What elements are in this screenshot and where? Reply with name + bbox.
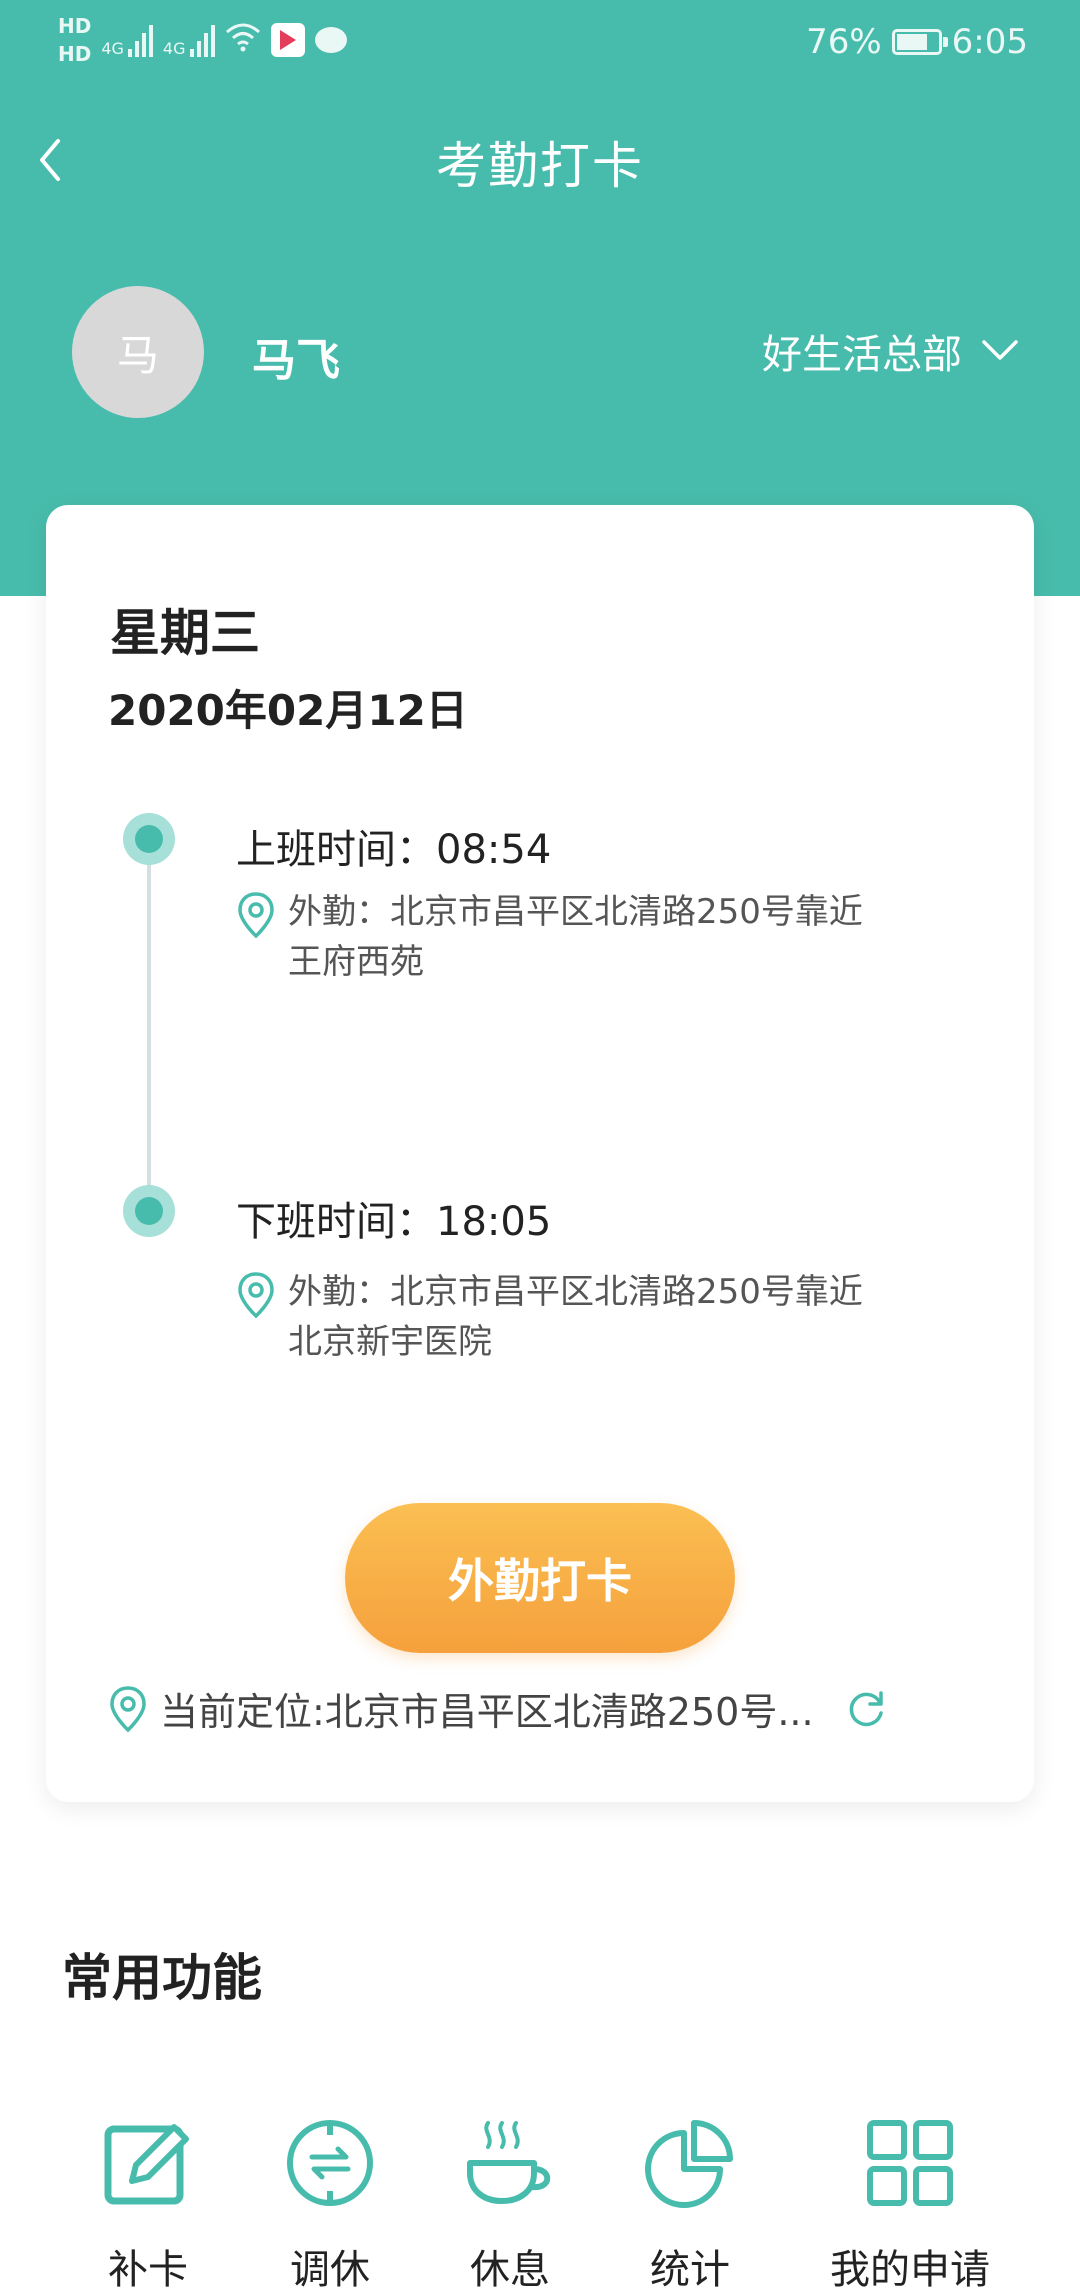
message-icon [314, 27, 347, 53]
function-rest[interactable]: 休息 [420, 2115, 600, 2295]
timeline-dot-checkin [123, 813, 175, 865]
checkout-address-text: 外勤：北京市昌平区北清路250号靠近北京新宇医院 [288, 1272, 863, 1362]
function-makeup-punch[interactable]: 补卡 [58, 2115, 238, 2295]
date: 2020年02月12日 [108, 686, 468, 735]
weekday: 星期三 [110, 604, 260, 662]
function-statistics[interactable]: 统计 [600, 2115, 780, 2295]
location-pin-icon [238, 892, 274, 939]
checkin-time: 上班时间：08:54 [236, 827, 552, 873]
battery-percent: 76% [806, 22, 882, 62]
pie-chart-icon [645, 2120, 733, 2208]
function-label: 补卡 [108, 2247, 188, 2293]
checkin-address-text: 外勤：北京市昌平区北清路250号靠近王府西苑 [288, 892, 863, 982]
video-app-icon [270, 23, 305, 57]
battery-icon [891, 29, 948, 55]
hd-label-2: HD [58, 42, 92, 66]
function-label: 休息 [470, 2247, 550, 2293]
hd-label-1: HD [58, 14, 92, 38]
battery-fill [896, 34, 928, 50]
department-name: 好生活总部 [762, 332, 962, 378]
attendance-card: 星期三 2020年02月12日 上班时间：08:54 外勤：北京市昌平区北清路2… [46, 505, 1034, 1802]
network-type-1: 4G [101, 39, 124, 58]
status-left: HD HD 4G 4G [58, 14, 347, 66]
avatar[interactable]: 马 [72, 286, 204, 418]
edit-icon [104, 2124, 189, 2205]
avatar-initial: 马 [116, 330, 159, 380]
user-name: 马飞 [252, 335, 340, 386]
hd-indicator: HD HD [58, 14, 91, 66]
timeline-dot-checkout [123, 1185, 175, 1237]
field-checkin-button[interactable]: 外勤打卡 [345, 1503, 735, 1653]
location-pin-icon [110, 1685, 146, 1732]
status-bar: HD HD 4G 4G 76% 6:05 [0, 0, 1080, 92]
coffee-icon [467, 2121, 551, 2204]
checkout-time: 下班时间：18:05 [236, 1199, 552, 1245]
signal-2: 4G [163, 23, 215, 57]
department-selector[interactable]: 好生活总部 [762, 322, 1020, 380]
function-label: 我的申请 [830, 2247, 990, 2293]
signal-1: 4G [101, 23, 153, 57]
refresh-icon[interactable] [846, 1689, 886, 1729]
function-my-requests[interactable]: 我的申请 [820, 2115, 1000, 2295]
function-label: 统计 [650, 2247, 730, 2293]
current-location: 当前定位:北京市昌平区北清路250号... [108, 1681, 988, 1736]
function-compensatory-leave[interactable]: 调休 [240, 2115, 420, 2295]
clock: 6:05 [951, 22, 1028, 62]
status-right: 76% 6:05 [806, 22, 1028, 62]
network-type-2: 4G [162, 39, 186, 58]
current-location-text: 当前定位:北京市昌平区北清路250号... [160, 1690, 814, 1734]
chevron-down-icon [982, 340, 1018, 360]
page-title: 考勤打卡 [436, 137, 644, 195]
function-label: 调休 [290, 2247, 370, 2293]
exchange-icon [287, 2120, 373, 2206]
wifi-icon [225, 22, 261, 58]
signal-bars-icon [127, 23, 153, 57]
timeline-line [147, 835, 151, 1207]
section-title-common-functions: 常用功能 [62, 1949, 262, 2007]
checkout-address: 外勤：北京市昌平区北清路250号靠近北京新宇医院 [236, 1267, 876, 1367]
signal-bars-icon [189, 23, 215, 57]
checkin-address: 外勤：北京市昌平区北清路250号靠近王府西苑 [236, 887, 876, 987]
location-pin-icon [238, 1272, 274, 1319]
grid-icon [867, 2120, 953, 2206]
